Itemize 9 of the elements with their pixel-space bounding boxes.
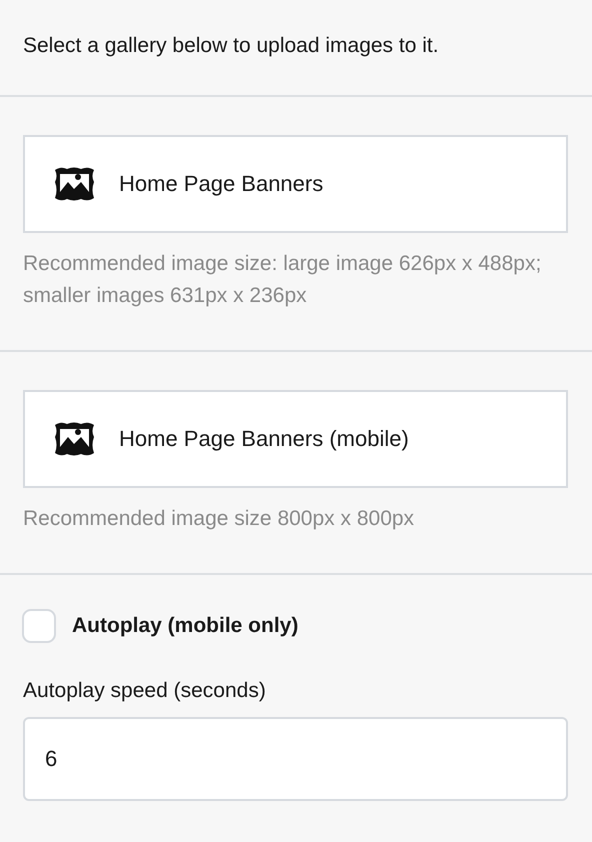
speed-input[interactable]: 6 (23, 717, 568, 801)
speed-label: Autoplay speed (seconds) (22, 678, 267, 704)
size-hint: Recommended image size 800px x 800px (23, 506, 416, 532)
intro-text: Select a gallery below to upload images to it. (23, 33, 440, 59)
gallery-button[interactable]: Home Page Banners (23, 135, 568, 233)
size-hint: Recommended image size: large image 626px x 488px; smaller images 631px x 236px (23, 251, 542, 309)
autoplay-checkbox[interactable] (22, 609, 56, 643)
autoplay-label: Autoplay (mobile only) (72, 614, 298, 638)
gallery-button[interactable]: Home Page Banners (mobile) (23, 390, 568, 488)
